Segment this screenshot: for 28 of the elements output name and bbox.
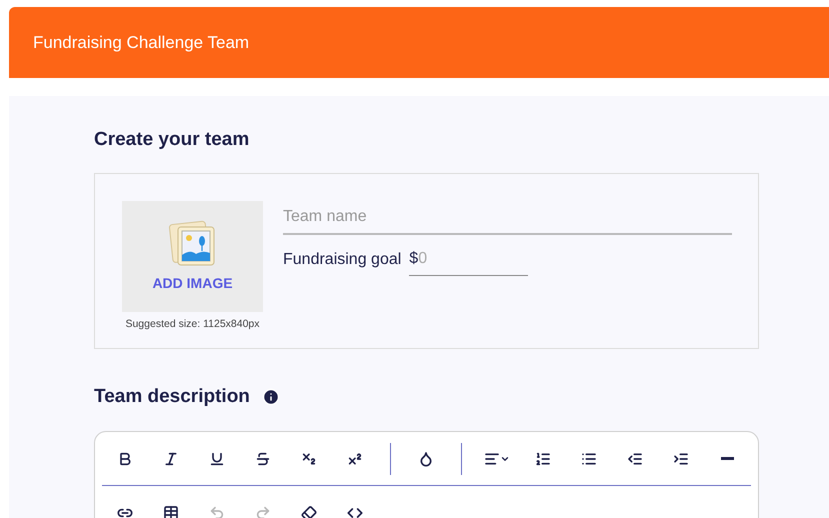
section-heading: Team description <box>94 384 250 408</box>
numbered-list-icon <box>535 450 551 466</box>
underline-icon <box>209 450 225 466</box>
table-icon <box>163 505 179 518</box>
indent-icon <box>673 450 689 466</box>
goal-label: Fundraising goal <box>283 250 402 270</box>
code-icon <box>347 505 363 518</box>
info-icon[interactable] <box>262 388 280 406</box>
redo-icon <box>255 505 271 518</box>
subscript-icon <box>301 450 317 466</box>
strikethrough-icon <box>255 450 271 466</box>
bullet-list-icon <box>581 450 597 466</box>
undo-icon <box>209 505 225 518</box>
italic-icon <box>163 450 179 466</box>
bold-icon <box>117 450 133 466</box>
currency-symbol: $ <box>409 248 418 268</box>
superscript-icon <box>347 450 363 466</box>
align-left-icon <box>484 450 510 466</box>
outdent-icon <box>627 450 643 466</box>
eraser-icon <box>301 505 317 518</box>
header-title: Fundraising Challenge Team <box>33 32 250 54</box>
image-size-hint: Suggested size: 1125x840px <box>125 316 260 332</box>
image-placeholder-icon <box>168 218 218 268</box>
section-heading: Create your team <box>94 128 250 152</box>
add-image-button[interactable]: ADD IMAGE <box>122 200 263 312</box>
goal-field[interactable]: 0 <box>418 246 518 270</box>
droplet-icon <box>418 450 434 466</box>
team-name-field[interactable]: Team name <box>283 200 732 234</box>
